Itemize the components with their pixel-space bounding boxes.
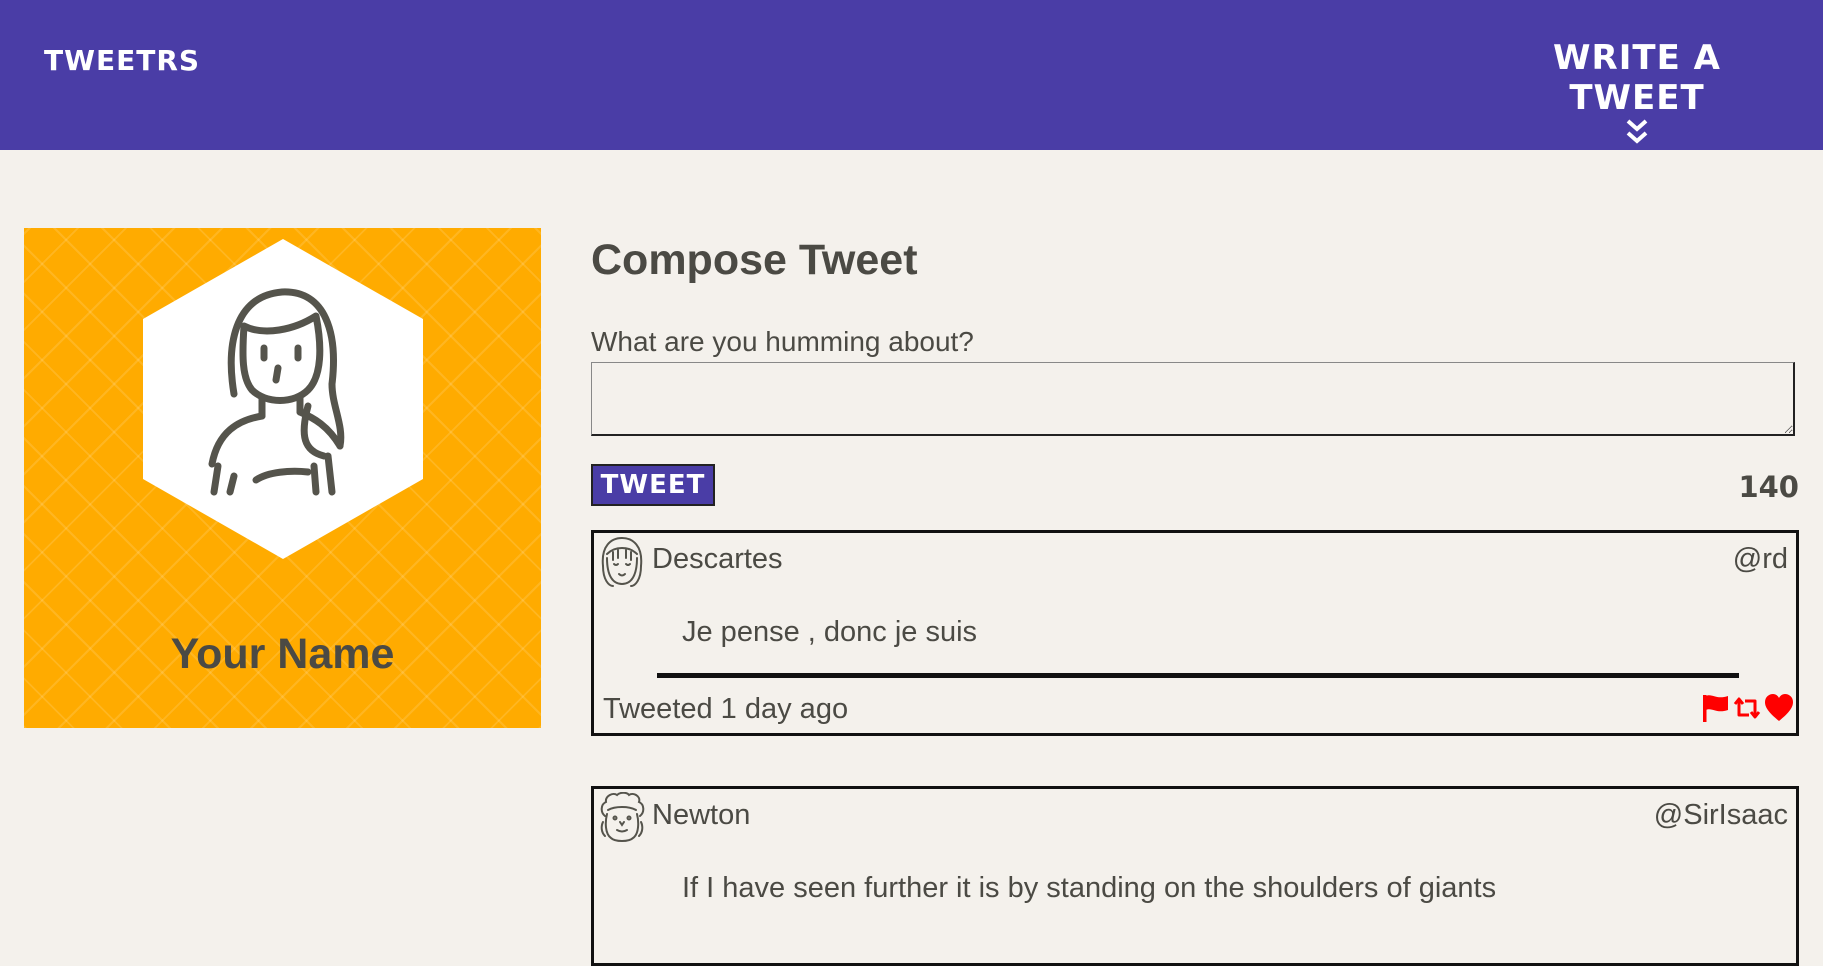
- tweet-content: Je pense , donc je suis: [682, 616, 978, 648]
- tweet-card: Newton @SirIsaac If I have seen further …: [591, 786, 1799, 966]
- character-counter: 140: [1738, 470, 1799, 504]
- descartes-avatar-icon: [601, 536, 643, 587]
- flag-icon[interactable]: [1700, 693, 1730, 723]
- compose-label: What are you humming about?: [591, 326, 974, 357]
- newton-avatar-icon: [600, 792, 645, 842]
- profile-card: Your Name: [24, 228, 541, 728]
- write-tweet-label: WRITE A TWEET: [1553, 38, 1721, 118]
- heart-icon[interactable]: [1764, 693, 1794, 723]
- tweet-divider: [657, 673, 1739, 678]
- tweet-submit-button[interactable]: TWEET: [591, 464, 715, 506]
- tweet-card: Descartes @rd Je pense , donc je suis Tw…: [591, 530, 1799, 736]
- tweet-author-handle: @SirIsaac: [1653, 799, 1788, 831]
- tweet-timestamp: Tweeted 1 day ago: [603, 693, 849, 725]
- tweet-content: If I have seen further it is by standing…: [682, 872, 1497, 904]
- tweet-actions: [1700, 693, 1794, 723]
- user-avatar-icon: [208, 288, 345, 496]
- compose-title: Compose Tweet: [591, 236, 918, 284]
- tweet-author-name: Descartes: [652, 543, 783, 575]
- brand-logo[interactable]: TWEETRS: [44, 44, 200, 77]
- double-chevron-down-icon: [1626, 119, 1648, 144]
- tweet-author-handle: @rd: [1732, 543, 1788, 575]
- top-nav: TWEETRS WRITE A TWEET: [0, 0, 1823, 150]
- tweet-textarea[interactable]: [591, 362, 1795, 436]
- tweet-author-name: Newton: [652, 799, 751, 831]
- write-tweet-button[interactable]: WRITE A TWEET: [1487, 38, 1787, 146]
- retweet-icon[interactable]: [1732, 693, 1762, 723]
- profile-name: Your Name: [170, 630, 395, 678]
